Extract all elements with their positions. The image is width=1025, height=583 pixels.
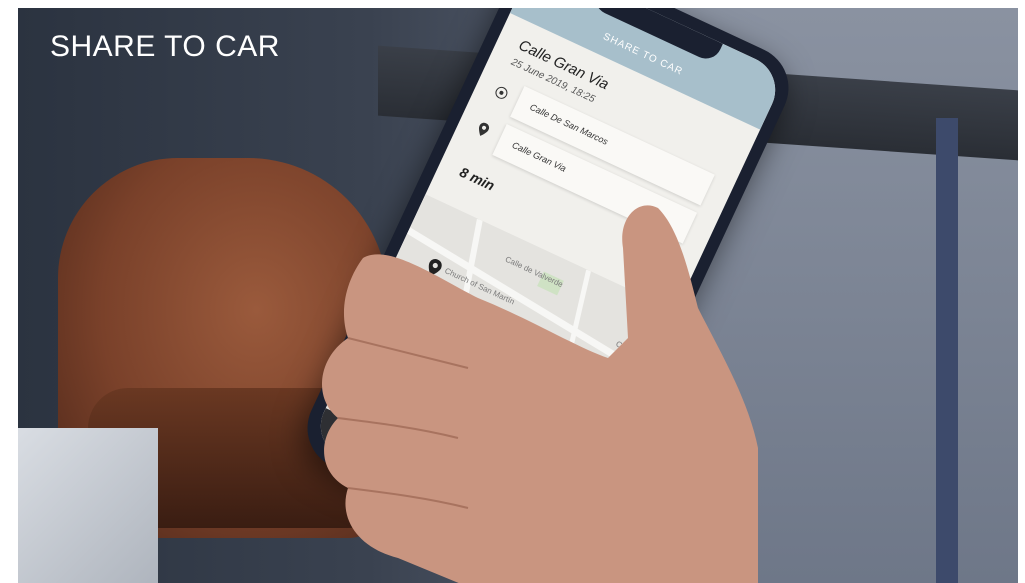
background-photo: SHARE TO CAR ← SHARE TO CAR Calle Gran V… — [18, 8, 1018, 583]
trip-distance: 1.2 km — [636, 270, 669, 294]
destination-field-label: Calle Gran Via — [510, 139, 568, 174]
screenshot-frame: SHARE TO CAR ← SHARE TO CAR Calle Gran V… — [0, 0, 1025, 583]
overlay-title: SHARE TO CAR — [50, 30, 280, 63]
origin-icon — [493, 84, 510, 101]
arrow-right-icon: — — [530, 517, 550, 539]
foreground-white-object — [18, 428, 158, 583]
destination-pin-icon — [479, 122, 490, 136]
trip-duration: 8 min — [457, 163, 498, 194]
table-leg — [936, 118, 958, 583]
